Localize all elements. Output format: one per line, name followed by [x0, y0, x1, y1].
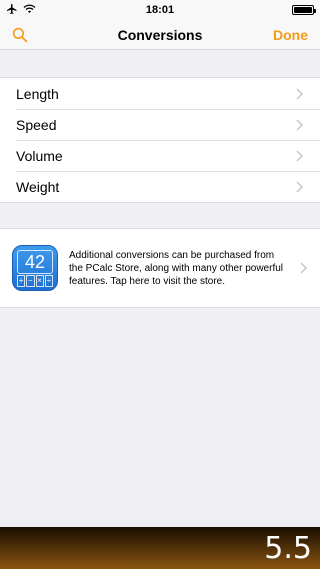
- list-item-label: Volume: [16, 147, 63, 164]
- app-icon-keys: + − × ÷: [17, 275, 53, 287]
- chevron-right-icon: [296, 180, 304, 193]
- nav-bar: Conversions Done: [0, 20, 320, 50]
- airplane-icon: [6, 3, 18, 18]
- conversions-list: Length Speed Volume Weight: [0, 77, 320, 203]
- chevron-right-icon: [300, 262, 308, 274]
- store-section: 42 + − × ÷ Additional conversions can be…: [0, 228, 320, 308]
- store-description: Additional conversions can be purchased …: [69, 249, 283, 287]
- status-left: [6, 3, 66, 18]
- app-icon-display: 42: [17, 250, 53, 274]
- done-button[interactable]: Done: [273, 27, 308, 43]
- page-title: Conversions: [117, 26, 203, 43]
- status-bar: 18:01: [0, 0, 320, 20]
- store-link[interactable]: 42 + − × ÷ Additional conversions can be…: [0, 229, 320, 307]
- calculator-display: 5.5: [0, 527, 320, 569]
- list-item-volume[interactable]: Volume: [0, 140, 320, 171]
- chevron-right-icon: [296, 118, 304, 131]
- wifi-icon: [23, 4, 36, 17]
- status-time: 18:01: [145, 4, 175, 16]
- battery-icon: [291, 5, 316, 15]
- list-item-weight[interactable]: Weight: [0, 171, 320, 202]
- search-icon[interactable]: [12, 25, 32, 45]
- app-icon-key: ×: [35, 275, 44, 287]
- list-item-label: Weight: [16, 178, 60, 195]
- app-icon-key: −: [26, 275, 35, 287]
- chevron-right-icon: [296, 87, 304, 100]
- app-icon-key: +: [17, 275, 26, 287]
- pcalc-app-icon: 42 + − × ÷: [12, 245, 58, 291]
- app-icon-key: ÷: [44, 275, 53, 287]
- status-right: [254, 5, 316, 15]
- list-item-speed[interactable]: Speed: [0, 109, 320, 140]
- list-item-label: Speed: [16, 116, 57, 133]
- list-item-label: Length: [16, 85, 59, 102]
- list-item-length[interactable]: Length: [0, 78, 320, 109]
- chevron-right-icon: [296, 149, 304, 162]
